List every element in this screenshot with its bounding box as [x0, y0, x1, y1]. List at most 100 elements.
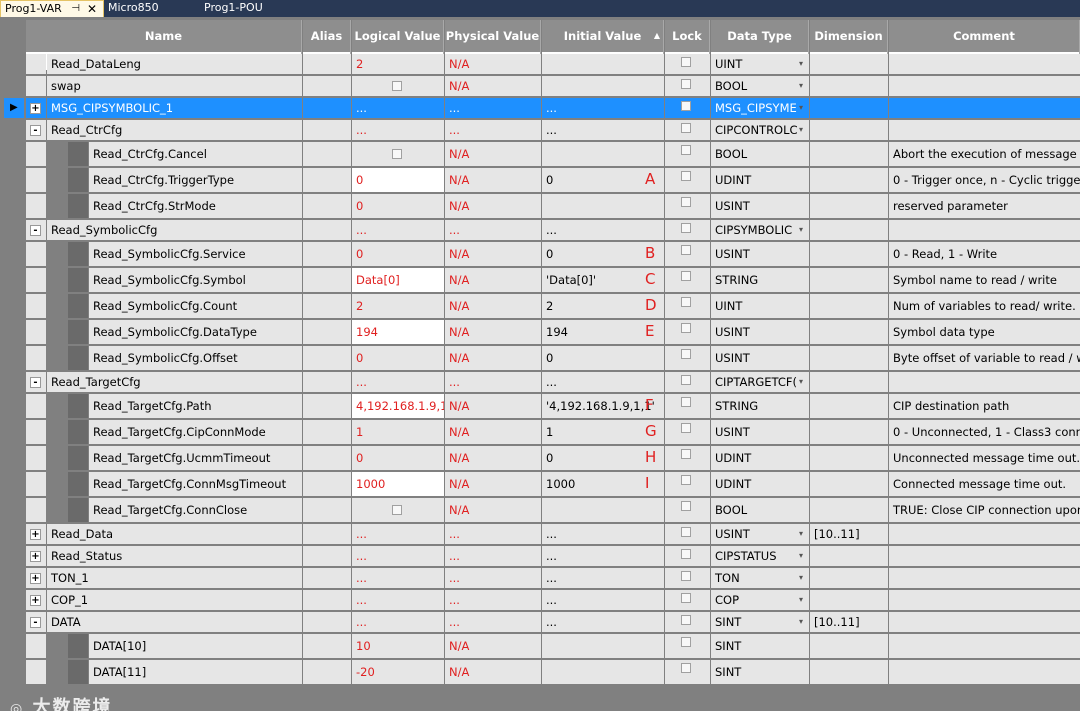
dimension-cell[interactable]	[810, 142, 888, 166]
initial-value-cell[interactable]: ...	[542, 612, 664, 632]
close-icon[interactable]: ✕	[87, 1, 97, 17]
column-header-alias[interactable]: Alias	[303, 20, 351, 52]
dimension-cell[interactable]	[810, 168, 888, 192]
comment-cell[interactable]: CIP destination path	[889, 394, 1080, 418]
logical-value-cell[interactable]	[352, 76, 444, 96]
dimension-cell[interactable]	[810, 76, 888, 96]
row-selector[interactable]	[4, 320, 24, 344]
comment-cell[interactable]: Symbol data type	[889, 320, 1080, 344]
dimension-cell[interactable]	[810, 346, 888, 370]
collapse-minus-icon[interactable]: -	[30, 376, 41, 388]
lock-checkbox[interactable]	[681, 549, 691, 559]
lock-checkbox[interactable]	[681, 593, 691, 603]
chevron-down-icon[interactable]: ▾	[799, 54, 803, 74]
logical-value-cell[interactable]: ...	[352, 568, 444, 588]
data-type-cell[interactable]: STRING	[711, 268, 809, 292]
lock-checkbox[interactable]	[681, 637, 691, 647]
lock-checkbox[interactable]	[681, 79, 691, 89]
lock-checkbox[interactable]	[681, 323, 691, 333]
variable-name-cell[interactable]: Read_TargetCfg.UcmmTimeout	[89, 446, 302, 470]
lock-cell[interactable]	[665, 372, 710, 392]
comment-cell[interactable]	[889, 524, 1080, 544]
lock-cell[interactable]	[665, 590, 710, 610]
lock-cell[interactable]	[665, 498, 710, 522]
expand-toggle[interactable]: -	[26, 120, 46, 140]
variable-name-cell[interactable]: Read_SymbolicCfg.Offset	[89, 346, 302, 370]
lock-cell[interactable]	[665, 168, 710, 192]
lock-cell[interactable]	[665, 394, 710, 418]
logical-value-cell[interactable]: -20	[352, 660, 444, 684]
dimension-cell[interactable]	[810, 546, 888, 566]
lock-cell[interactable]	[665, 346, 710, 370]
logical-value-cell[interactable]: 1	[352, 420, 444, 444]
comment-cell[interactable]	[889, 372, 1080, 392]
alias-cell[interactable]	[303, 54, 351, 74]
chevron-down-icon[interactable]: ▾	[799, 372, 803, 392]
initial-value-cell[interactable]: ...	[542, 524, 664, 544]
data-type-cell[interactable]: SINT ▾	[711, 612, 809, 632]
table-row[interactable]: Read_SymbolicCfg.Symbol Data[0] N/A 'Data[0…	[0, 267, 1080, 293]
tab-prog1-var[interactable]: Prog1-VAR ⊣ ✕	[0, 0, 104, 17]
initial-value-cell[interactable]	[542, 54, 664, 74]
comment-cell[interactable]: Connected message time out.	[889, 472, 1080, 496]
logical-value-cell[interactable]: 0	[352, 446, 444, 470]
alias-cell[interactable]	[303, 98, 351, 118]
data-type-cell[interactable]: CIPCONTROLC ▾	[711, 120, 809, 140]
expand-toggle[interactable]: -	[26, 372, 46, 392]
initial-value-cell[interactable]: 0A	[542, 168, 664, 192]
alias-cell[interactable]	[303, 346, 351, 370]
lock-checkbox[interactable]	[681, 375, 691, 385]
data-type-cell[interactable]: UINT	[711, 294, 809, 318]
expand-toggle[interactable]: +	[26, 590, 46, 610]
table-row[interactable]: Read_SymbolicCfg.DataType 194 N/A 194 E USINT…	[0, 319, 1080, 345]
table-row[interactable]: Read_TargetCfg.UcmmTimeout 0 N/A 0 H UDINT Unc…	[0, 445, 1080, 471]
initial-value-cell[interactable]: ...	[542, 372, 664, 392]
alias-cell[interactable]	[303, 142, 351, 166]
logical-value-cell[interactable]: ...	[352, 98, 444, 118]
variable-name-cell[interactable]: Read_CtrCfg.Cancel	[89, 142, 302, 166]
chevron-down-icon[interactable]: ▾	[799, 568, 803, 588]
variable-name-cell[interactable]: Read_TargetCfg.Path	[89, 394, 302, 418]
alias-cell[interactable]	[303, 242, 351, 266]
initial-value-cell[interactable]: 1000 I	[542, 472, 664, 496]
alias-cell[interactable]	[303, 294, 351, 318]
dimension-cell[interactable]: [10..11]	[810, 612, 888, 632]
lock-cell[interactable]	[665, 320, 710, 344]
column-header-data-type[interactable]: Data Type	[711, 20, 809, 52]
logical-value-cell[interactable]: ...	[352, 372, 444, 392]
alias-cell[interactable]	[303, 524, 351, 544]
logical-value-cell[interactable]: ...	[352, 120, 444, 140]
table-row[interactable]: + COP_1......... COP ▾	[0, 589, 1080, 611]
row-selector[interactable]	[4, 568, 24, 588]
comment-cell[interactable]	[889, 590, 1080, 610]
row-selector[interactable]	[4, 168, 24, 192]
logical-value-cell[interactable]: 4,192.168.1.9,1,1	[352, 394, 444, 418]
lock-cell[interactable]	[665, 294, 710, 318]
row-selector[interactable]	[4, 268, 24, 292]
comment-cell[interactable]: 0 - Trigger once, n - Cyclic trigger	[889, 168, 1080, 192]
row-selector[interactable]	[4, 220, 24, 240]
table-row[interactable]: - Read_CtrCfg......... CIPCONTROLC ▾	[0, 119, 1080, 141]
variable-name-cell[interactable]: Read_TargetCfg.CipConnMode	[89, 420, 302, 444]
column-header-comment[interactable]: Comment	[889, 20, 1080, 52]
table-row[interactable]: - Read_SymbolicCfg......... CIPSYMBOLIC ▾	[0, 219, 1080, 241]
lock-cell[interactable]	[665, 268, 710, 292]
initial-value-cell[interactable]: 1G	[542, 420, 664, 444]
lock-checkbox[interactable]	[681, 223, 691, 233]
row-selector[interactable]	[4, 294, 24, 318]
column-header-dimension[interactable]: Dimension	[810, 20, 888, 52]
comment-cell[interactable]: TRUE: Close CIP connection upon r	[889, 498, 1080, 522]
table-row[interactable]: + Read_Status......... CIPSTATUS ▾	[0, 545, 1080, 567]
initial-value-cell[interactable]	[542, 660, 664, 684]
logical-value-cell[interactable]: 0	[352, 168, 444, 192]
initial-value-cell[interactable]: ...	[542, 590, 664, 610]
data-type-cell[interactable]: USINT	[711, 194, 809, 218]
comment-cell[interactable]: Unconnected message time out.	[889, 446, 1080, 470]
variable-name-cell[interactable]: MSG_CIPSYMBOLIC_1	[47, 98, 302, 118]
row-selector[interactable]	[4, 634, 24, 658]
data-type-cell[interactable]: BOOL	[711, 498, 809, 522]
variable-name-cell[interactable]: DATA	[47, 612, 302, 632]
logical-value-cell[interactable]: 1000	[352, 472, 444, 496]
comment-cell[interactable]: 0 - Unconnected, 1 - Class3 connec	[889, 420, 1080, 444]
initial-value-cell[interactable]: 0B	[542, 242, 664, 266]
